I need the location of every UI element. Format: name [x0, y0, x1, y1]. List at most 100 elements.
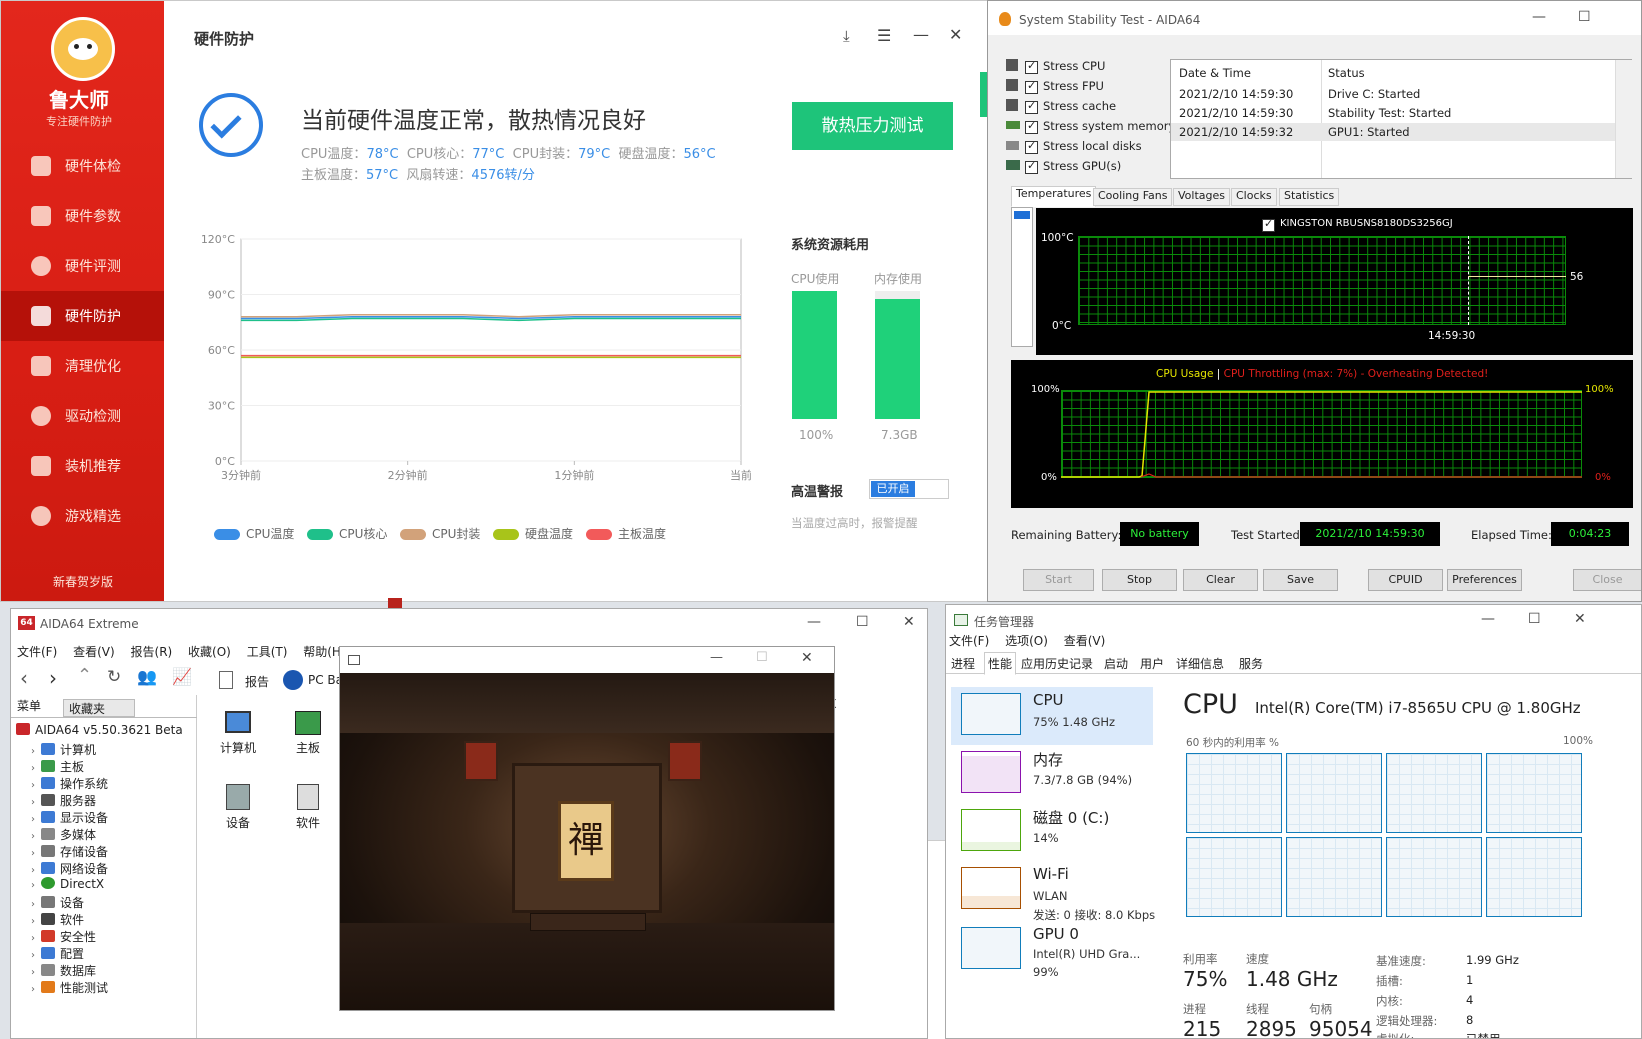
forward-icon[interactable]: › [49, 666, 57, 690]
menu-options[interactable]: 选项(O) [1005, 634, 1048, 648]
minimize-icon[interactable]: — [913, 25, 929, 44]
menu-file[interactable]: 文件(F) [17, 645, 57, 659]
tab-startup[interactable]: 启动 [1104, 655, 1128, 672]
maximize-icon[interactable]: ☐ [1528, 611, 1541, 627]
menu-favorites[interactable]: 收藏(O) [188, 645, 231, 659]
menu-view[interactable]: 查看(V) [1064, 634, 1106, 648]
device-checkbox[interactable] [1262, 217, 1275, 232]
stress-memory-checkbox[interactable] [1025, 119, 1038, 134]
refresh-icon[interactable]: ↻ [107, 667, 121, 687]
tab-clocks[interactable]: Clocks [1231, 188, 1277, 206]
stress-gpu-row[interactable]: Stress GPU(s) [1006, 157, 1166, 177]
minimize-icon[interactable]: — [1481, 611, 1495, 627]
sidebar-item-build-recommend[interactable]: 装机推荐 [1, 441, 164, 491]
maximize-icon[interactable]: ☐ [1578, 9, 1591, 25]
stress-cache-row[interactable]: Stress cache [1006, 97, 1166, 117]
save-button[interactable]: Save [1263, 569, 1338, 591]
log-scrollbar[interactable] [1615, 60, 1632, 178]
stress-fpu-row[interactable]: Stress FPU [1006, 77, 1166, 97]
stress-cache-checkbox[interactable] [1025, 99, 1038, 114]
menu-tools[interactable]: 工具(T) [247, 645, 288, 659]
report-icon[interactable] [219, 671, 233, 689]
stress-disks-row[interactable]: Stress local disks [1006, 137, 1166, 157]
stress-cpu-row[interactable]: Stress CPU [1006, 57, 1166, 77]
tree-item-display[interactable]: › 显示设备 [31, 809, 108, 827]
tab-statistics[interactable]: Statistics [1279, 188, 1340, 206]
tab-users[interactable]: 用户 [1140, 655, 1164, 672]
up-icon[interactable]: ⌃ [77, 665, 92, 686]
pc-backup-button[interactable]: PC Ba [308, 673, 343, 687]
tree-item-server[interactable]: › 服务器 [31, 792, 96, 810]
tree-item-benchmark[interactable]: › 性能测试 [31, 979, 108, 997]
tab-favorites[interactable]: 收藏夹 [63, 699, 135, 717]
sidebar-item-hardware-protection[interactable]: 硬件防护 [1, 291, 164, 341]
tab-voltages[interactable]: Voltages [1173, 188, 1230, 206]
sidebar-item-cleanup[interactable]: 清理优化 [1, 341, 164, 391]
close-icon[interactable]: ✕ [903, 614, 915, 630]
perf-item-gpu[interactable]: GPU 0 Intel(R) UHD Gra... 99% [951, 921, 1153, 979]
stress-cpu-checkbox[interactable] [1025, 59, 1038, 74]
stress-test-button[interactable]: 散热压力测试 [792, 102, 953, 150]
content-icon-devices[interactable]: 设备 [213, 784, 263, 831]
clear-button[interactable]: Clear [1183, 569, 1258, 591]
tree-item-devices[interactable]: › 设备 [31, 894, 84, 912]
tree-item-motherboard[interactable]: › 主板 [31, 758, 84, 776]
users-icon[interactable]: 👥 [137, 667, 157, 686]
sidebar-item-game-selection[interactable]: 游戏精选 [1, 491, 164, 541]
maximize-icon[interactable]: ☐ [756, 650, 768, 665]
tree-item-multimedia[interactable]: › 多媒体 [31, 826, 96, 844]
tab-cooling-fans[interactable]: Cooling Fans [1093, 188, 1173, 206]
stress-fpu-checkbox[interactable] [1025, 79, 1038, 94]
tree-root[interactable]: AIDA64 v5.50.3621 Beta [16, 723, 183, 741]
tab-app-history[interactable]: 应用历史记录 [1021, 655, 1093, 672]
menu-file[interactable]: 文件(F) [949, 634, 989, 648]
minimize-icon[interactable]: — [807, 614, 821, 630]
tree-item-software[interactable]: › 软件 [31, 911, 84, 929]
sidebar-item-hardware-params[interactable]: 硬件参数 [1, 191, 164, 241]
perf-item-memory[interactable]: 内存 7.3/7.8 GB (94%) [951, 745, 1153, 803]
download-icon[interactable]: ⤓ [843, 27, 850, 45]
stress-gpu-checkbox[interactable] [1025, 159, 1038, 174]
pc-backup-icon[interactable] [283, 670, 303, 690]
report-button[interactable]: 报告 [245, 673, 269, 690]
tree-item-os[interactable]: › 操作系统 [31, 775, 108, 793]
menu-icon[interactable]: ☰ [877, 26, 891, 45]
sidebar-item-hardware-benchmark[interactable]: 硬件评测 [1, 241, 164, 291]
close-icon[interactable]: ✕ [949, 25, 962, 44]
preferences-button[interactable]: Preferences [1447, 569, 1522, 591]
stress-disks-checkbox[interactable] [1025, 139, 1038, 154]
tab-details[interactable]: 详细信息 [1176, 655, 1224, 672]
stress-memory-row[interactable]: Stress system memory [1006, 117, 1175, 137]
tab-temperatures[interactable]: Temperatures [1011, 186, 1097, 207]
menu-report[interactable]: 报告(R) [131, 645, 173, 659]
close-button[interactable]: Close [1573, 569, 1641, 591]
sidebar-item-driver-check[interactable]: 驱动检测 [1, 391, 164, 441]
maximize-icon[interactable]: ☐ [856, 614, 869, 630]
content-icon-software[interactable]: 软件 [283, 784, 333, 831]
tab-menu[interactable]: 菜单 [17, 697, 41, 714]
menu-view[interactable]: 查看(V) [73, 645, 115, 659]
stop-button[interactable]: Stop [1102, 569, 1177, 591]
tree-item-computer[interactable]: › 计算机 [31, 741, 96, 759]
tree-item-security[interactable]: › 安全性 [31, 928, 96, 946]
cpuid-button[interactable]: CPUID [1368, 569, 1443, 591]
close-icon[interactable]: ✕ [801, 650, 813, 666]
tab-processes[interactable]: 进程 [951, 655, 975, 672]
tab-services[interactable]: 服务 [1239, 655, 1263, 672]
tab-performance[interactable]: 性能 [984, 652, 1017, 675]
tree-item-config[interactable]: › 配置 [31, 945, 84, 963]
minimize-icon[interactable]: — [1532, 9, 1546, 25]
alarm-toggle[interactable]: 已开启 [869, 479, 949, 499]
chart-icon[interactable]: 📈 [172, 667, 192, 686]
tree-item-network[interactable]: › 网络设备 [31, 860, 108, 878]
tree-item-database[interactable]: › 数据库 [31, 962, 96, 980]
perf-item-disk[interactable]: 磁盘 0 (C:) 14% [951, 803, 1153, 861]
content-icon-computer[interactable]: 计算机 [213, 711, 263, 756]
perf-item-wifi[interactable]: Wi-Fi WLAN 发送: 0 接收: 8.0 Kbps [951, 861, 1155, 922]
tree-item-storage[interactable]: › 存储设备 [31, 843, 108, 861]
tree-item-directx[interactable]: › DirectX [31, 877, 104, 895]
sensor-list-scroll[interactable] [1011, 207, 1033, 347]
minimize-icon[interactable]: — [710, 650, 723, 665]
close-icon[interactable]: ✕ [1574, 611, 1586, 627]
content-icon-motherboard[interactable]: 主板 [283, 711, 333, 756]
